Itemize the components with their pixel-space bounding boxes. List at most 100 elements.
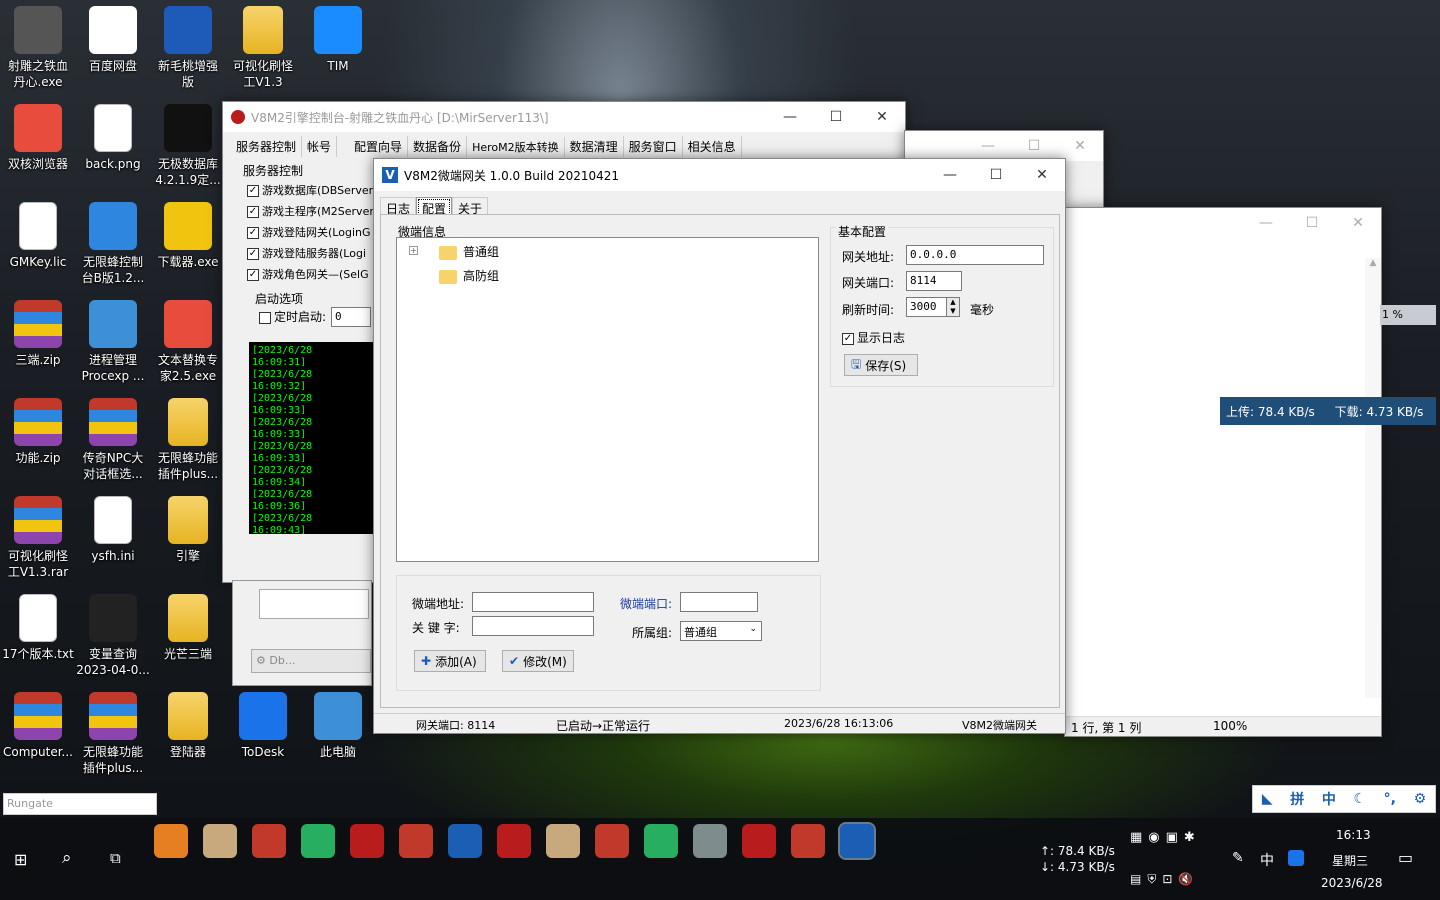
tab-account[interactable]: 帐号 <box>302 136 338 157</box>
gateway-window[interactable]: V V8M2微端网关 1.0.0 Build 20210421 — ☐ ✕ 日志… <box>373 158 1066 734</box>
desktop-icon[interactable]: 功能.zip <box>0 394 76 490</box>
gateway-port-input[interactable]: 8114 <box>906 271 962 291</box>
maximize-icon[interactable]: ☐ <box>813 102 859 132</box>
gateway-titlebar[interactable]: V V8M2微端网关 1.0.0 Build 20210421 — ☐ ✕ <box>374 159 1065 191</box>
desktop-icon[interactable]: 文本替换专 家2.5.exe <box>150 296 226 392</box>
secondary-titlebar[interactable]: — ☐ ✕ <box>905 131 1103 161</box>
desktop-icon[interactable]: 传奇NPC大 对话框选... <box>75 394 151 490</box>
expand-icon[interactable]: + <box>409 246 418 255</box>
v8m2-icon[interactable] <box>742 824 776 858</box>
v8m2-gateway-icon[interactable] <box>838 822 876 860</box>
server-check-item[interactable]: ✓ 游戏主程序(M2Server <box>247 203 377 224</box>
timer-start[interactable]: 定时启动: <box>259 308 326 325</box>
v8m2-icon[interactable] <box>497 824 531 858</box>
notepad-titlebar[interactable]: — ☐ ✕ <box>1065 208 1381 238</box>
close-icon[interactable]: ✕ <box>1019 160 1065 190</box>
ime-pinyin[interactable]: 拼 <box>1290 789 1304 809</box>
micro-address-input[interactable] <box>472 592 594 612</box>
box-app-icon[interactable] <box>693 824 727 858</box>
tab-config-wizard[interactable]: 配置向导 <box>349 136 409 157</box>
bear-app-icon[interactable] <box>203 824 237 858</box>
notepad-window[interactable]: — ☐ ✕ ▲ 1 行, 第 1 列 100% <box>1064 207 1382 737</box>
tree-item-normal[interactable]: 普通组 <box>439 243 499 260</box>
ime-indicator[interactable]: 中 <box>1260 850 1274 870</box>
desktop-icon[interactable]: 无限蜂功能 插件plus... <box>150 394 226 490</box>
desktop-icon[interactable]: 双核浏览器 <box>0 100 76 196</box>
server-check-item[interactable]: ✓ 游戏数据库(DBServer <box>247 182 377 203</box>
ime-chinese[interactable]: 中 <box>1322 789 1336 809</box>
tree-app-icon[interactable] <box>644 824 678 858</box>
save-button[interactable]: 🖫 保存(S) <box>844 354 918 376</box>
ime-moon-icon[interactable]: ☾ <box>1353 791 1366 807</box>
desktop-icon[interactable]: 17个版本.txt <box>0 590 76 686</box>
tab-info[interactable]: 相关信息 <box>683 136 742 157</box>
refresh-spinner[interactable]: ▲ ▼ <box>946 297 960 317</box>
desktop-icon[interactable]: 引擎 <box>150 492 226 588</box>
server-check-item[interactable]: ✓ 游戏登陆网关(LoginG <box>247 224 377 245</box>
windows-start-icon[interactable]: ⊞ <box>14 850 27 869</box>
v8m2-icon[interactable] <box>350 824 384 858</box>
v8m2-gateway-icon[interactable] <box>448 824 482 858</box>
desktop-icon[interactable]: 登陆器 <box>150 688 226 784</box>
tab-cleanup[interactable]: 数据清理 <box>565 136 624 157</box>
desktop-icon[interactable]: 无限蜂功能 插件plus... <box>75 688 151 784</box>
desktop-icon[interactable]: 此电脑 <box>300 688 376 784</box>
gateway-address-input[interactable]: 0.0.0.0 <box>906 245 1044 265</box>
desktop-icon[interactable]: 变量查询 2023-04-0... <box>75 590 151 686</box>
minimize-icon[interactable]: — <box>767 102 813 132</box>
desktop-icon[interactable]: GMKey.lic <box>0 198 76 294</box>
maximize-icon[interactable]: ☐ <box>1011 131 1057 161</box>
server-check-item[interactable]: ✓ 游戏角色网关—(SelG <box>247 266 377 287</box>
desktop-icon[interactable]: 无限蜂控制 台B版1.2... <box>75 198 151 294</box>
browser-icon[interactable] <box>154 824 188 858</box>
tab-backup[interactable]: 数据备份 <box>408 136 468 157</box>
modify-button[interactable]: ✔ 修改(M) <box>502 650 574 672</box>
close-icon[interactable]: ✕ <box>1057 131 1103 161</box>
ime-toolbar[interactable]: ◣ 拼 中 ☾ °, ⚙ <box>1252 785 1436 813</box>
micro-port-input[interactable] <box>680 592 758 612</box>
add-button[interactable]: ✚ 添加(A) <box>414 650 486 672</box>
game-launcher-icon[interactable] <box>252 824 286 858</box>
tab-herom2[interactable]: HeroM2版本转换 <box>467 137 565 157</box>
game-launcher-icon[interactable] <box>595 824 629 858</box>
run-gate-search[interactable]: Rungate <box>3 793 157 815</box>
dx-app-icon[interactable] <box>399 824 433 858</box>
tray-icons[interactable]: ▦◉▣✱ <box>1130 830 1201 845</box>
notification-icon[interactable]: ▭ <box>1398 848 1413 867</box>
todesk-tray-icon[interactable] <box>1288 850 1304 866</box>
desktop-icon[interactable]: 下载器.exe <box>150 198 226 294</box>
notepad-scrollbar[interactable]: ▲ <box>1365 258 1381 698</box>
desktop-icon[interactable]: ToDesk <box>225 688 301 784</box>
desktop-icon[interactable]: back.png <box>75 100 151 196</box>
desktop-icon[interactable]: 百度网盘 <box>75 2 151 98</box>
bear-app-icon[interactable] <box>546 824 580 858</box>
show-log-checkbox[interactable]: ✓ 显示日志 <box>842 329 905 346</box>
close-icon[interactable]: ✕ <box>859 102 905 132</box>
tab-server-control[interactable]: 服务器控制 <box>231 136 303 157</box>
desktop-icon[interactable]: 可视化刷怪 工V1.3 <box>225 2 301 98</box>
clock-time[interactable]: 16:13 <box>1336 828 1371 842</box>
desktop-icon[interactable]: 新毛桃增强 版 <box>150 2 226 98</box>
timer-checkbox[interactable] <box>259 311 271 324</box>
dx-app-icon[interactable] <box>791 824 825 858</box>
tree-item-highdef[interactable]: 高防组 <box>439 267 499 284</box>
search-icon[interactable]: ⌕ <box>62 848 72 868</box>
timer-input[interactable]: 0 <box>331 307 371 327</box>
db-button[interactable]: ⚙ Db... <box>251 649 371 673</box>
keyword-input[interactable] <box>472 616 594 636</box>
ime-punct-icon[interactable]: °, <box>1384 791 1396 807</box>
close-icon[interactable]: ✕ <box>1335 208 1381 238</box>
desktop-icon[interactable]: 光芒三端 <box>150 590 226 686</box>
minimize-icon[interactable]: — <box>927 160 973 190</box>
desktop-icon[interactable]: 无极数据库 4.2.1.9定... <box>150 100 226 196</box>
refresh-input[interactable]: 3000 <box>906 297 948 317</box>
desktop-icon[interactable]: TIM <box>300 2 376 98</box>
tray-icons-row2[interactable]: ▤⛨⊡🔇 <box>1130 872 1199 887</box>
group-select[interactable]: 普通组 ⌄ <box>680 621 762 641</box>
ime-settings-icon[interactable]: ⚙ <box>1414 791 1427 807</box>
desktop-icon[interactable]: Computer... <box>0 688 76 784</box>
task-view-icon[interactable]: ⧉ <box>110 849 121 867</box>
desktop-icon[interactable]: ysfh.ini <box>75 492 151 588</box>
desktop-icon[interactable]: 可视化刷怪 工V1.3.rar <box>0 492 76 588</box>
tree-app-icon[interactable] <box>301 824 335 858</box>
